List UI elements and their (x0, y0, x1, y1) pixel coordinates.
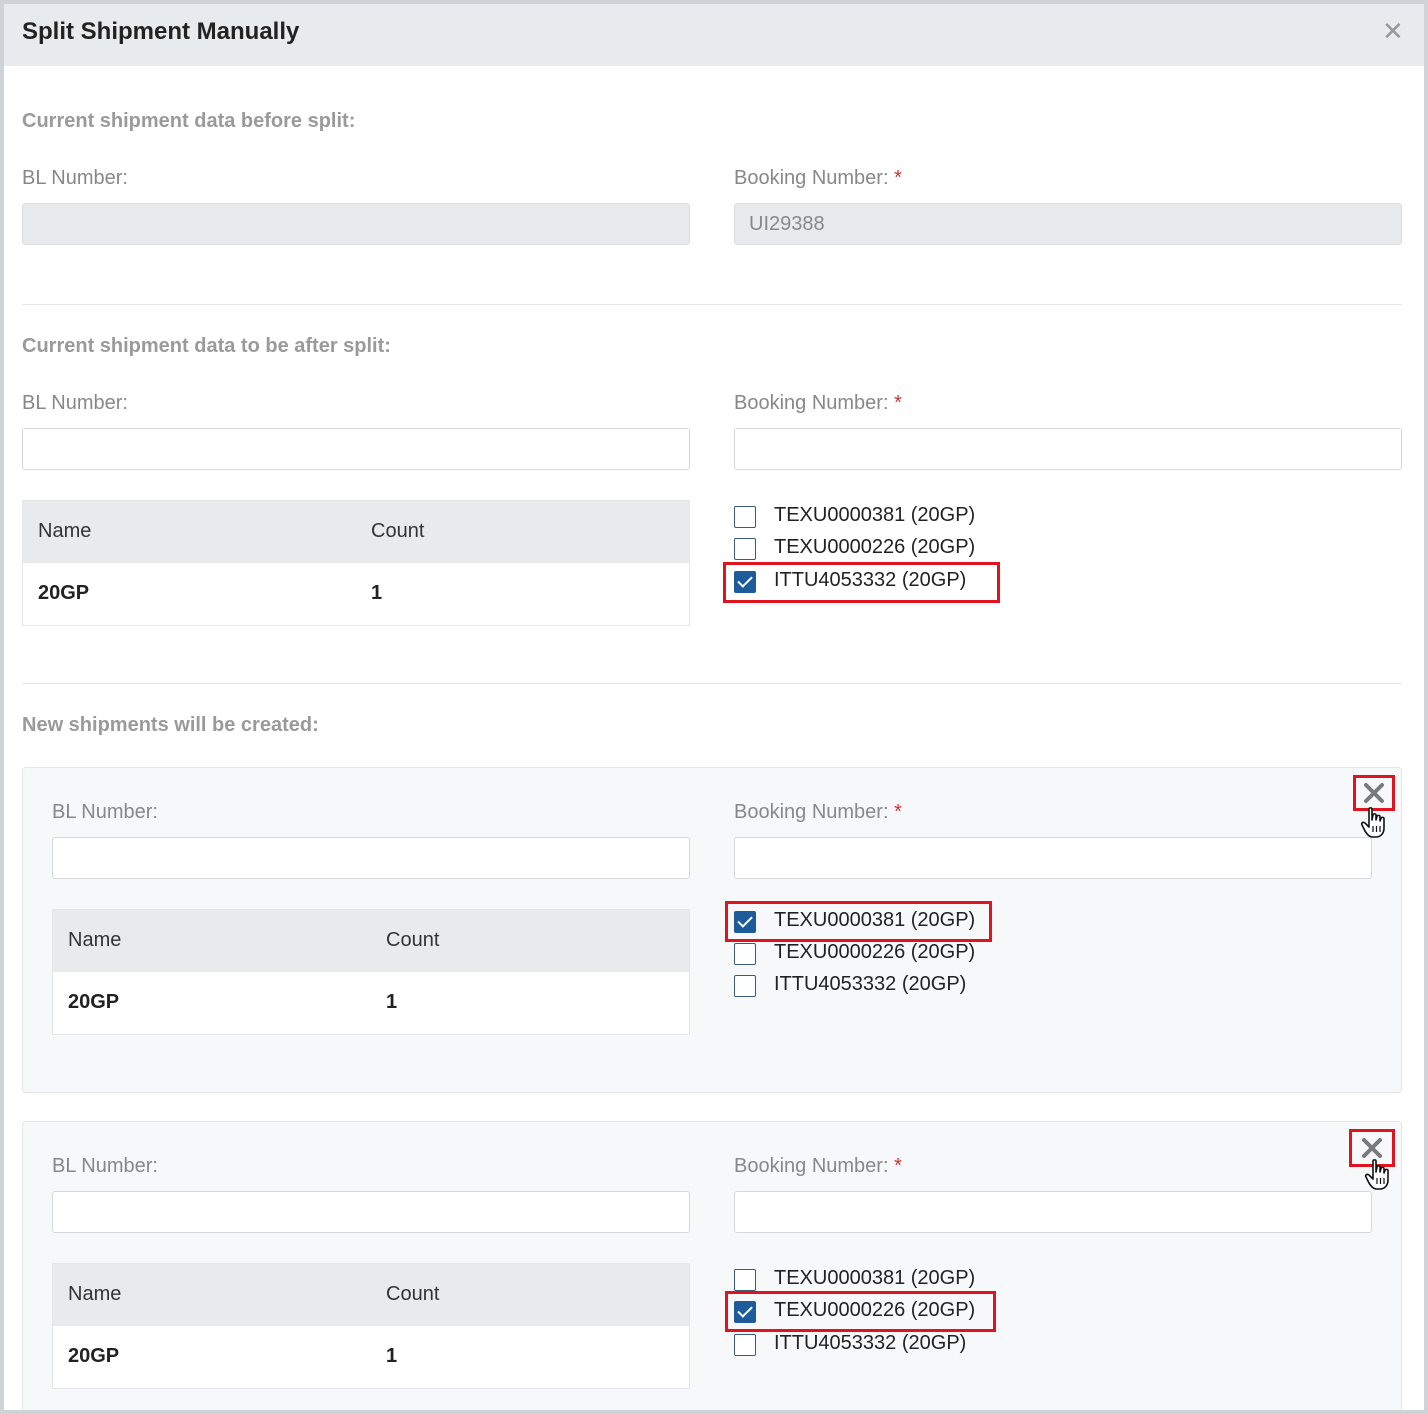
row-name: 20GP (38, 582, 90, 604)
table-header: Name Count (53, 910, 689, 972)
card-booking-input[interactable] (734, 837, 1372, 879)
remove-icon (1364, 783, 1384, 803)
before-booking-label: Booking Number: * (734, 167, 902, 189)
checkbox-label: ITTU4053332 (20GP) (774, 569, 967, 591)
name-column-header: Name (68, 1283, 122, 1305)
checkbox-label: TEXU0000381 (20GP) (774, 1267, 976, 1289)
checkbox[interactable] (734, 1334, 756, 1356)
checkbox-label: TEXU0000226 (20GP) (774, 536, 976, 558)
divider (22, 683, 1402, 684)
card-booking-input[interactable] (734, 1191, 1372, 1233)
checkbox[interactable] (734, 943, 756, 965)
row-count: 1 (371, 582, 383, 604)
card-bl-input[interactable] (52, 1191, 690, 1233)
after-booking-input[interactable] (734, 428, 1402, 470)
new-shipments-title: New shipments will be created: (22, 714, 319, 736)
table-row: 20GP 1 (53, 972, 689, 1034)
card-bl-label: BL Number: (52, 801, 158, 823)
checkbox-label: TEXU0000381 (20GP) (774, 909, 976, 931)
pointer-hand-icon (1364, 1159, 1389, 1190)
remove-icon (1362, 1138, 1382, 1158)
dialog-title: Split Shipment Manually (22, 18, 300, 45)
before-bl-label: BL Number: (22, 167, 128, 189)
checkbox-label: ITTU4053332 (20GP) (774, 1332, 967, 1354)
after-section-title: Current shipment data to be after split: (22, 335, 391, 357)
checkbox[interactable] (734, 911, 756, 933)
name-column-header: Name (38, 520, 92, 542)
dialog-header: Split Shipment Manually ✕ (4, 4, 1424, 66)
card-bl-input[interactable] (52, 837, 690, 879)
name-column-header: Name (68, 929, 122, 951)
after-bl-input[interactable] (22, 428, 690, 470)
checkbox-label: TEXU0000226 (20GP) (774, 941, 976, 963)
new-shipment-card: BL Number: Booking Number: * Name Count … (22, 1121, 1402, 1410)
table-row: 20GP 1 (23, 563, 689, 625)
card-bl-label: BL Number: (52, 1155, 158, 1177)
checkbox[interactable] (734, 538, 756, 560)
row-name: 20GP (68, 991, 120, 1013)
after-booking-label: Booking Number: * (734, 392, 902, 414)
pointer-hand-icon (1360, 807, 1385, 838)
card-container-table: Name Count 20GP 1 (52, 909, 690, 1035)
after-bl-label: BL Number: (22, 392, 128, 414)
card-booking-label: Booking Number: * (734, 1155, 902, 1177)
card-container-table: Name Count 20GP 1 (52, 1263, 690, 1389)
checkbox-label: TEXU0000381 (20GP) (774, 504, 976, 526)
before-bl-input (22, 203, 690, 245)
divider (22, 304, 1402, 305)
row-count: 1 (386, 991, 398, 1013)
checkbox[interactable] (734, 571, 756, 593)
table-header: Name Count (53, 1264, 689, 1326)
after-container-table: Name Count 20GP 1 (22, 500, 690, 626)
before-section-title: Current shipment data before split: (22, 110, 356, 132)
checkbox[interactable] (734, 975, 756, 997)
row-count: 1 (386, 1345, 398, 1367)
table-row: 20GP 1 (53, 1326, 689, 1388)
checkbox[interactable] (734, 1301, 756, 1323)
checkbox[interactable] (734, 506, 756, 528)
before-booking-input (734, 203, 1402, 245)
card-booking-label: Booking Number: * (734, 801, 902, 823)
split-shipment-dialog: Split Shipment Manually ✕ Current shipme… (4, 4, 1424, 1410)
new-shipment-card: BL Number: Booking Number: * Name Count … (22, 767, 1402, 1093)
table-header: Name Count (23, 501, 689, 563)
count-column-header: Count (386, 929, 440, 951)
count-column-header: Count (371, 520, 425, 542)
checkbox[interactable] (734, 1269, 756, 1291)
close-icon[interactable]: ✕ (1382, 18, 1404, 44)
count-column-header: Count (386, 1283, 440, 1305)
checkbox-label: TEXU0000226 (20GP) (774, 1299, 976, 1321)
row-name: 20GP (68, 1345, 120, 1367)
checkbox-label: ITTU4053332 (20GP) (774, 973, 967, 995)
